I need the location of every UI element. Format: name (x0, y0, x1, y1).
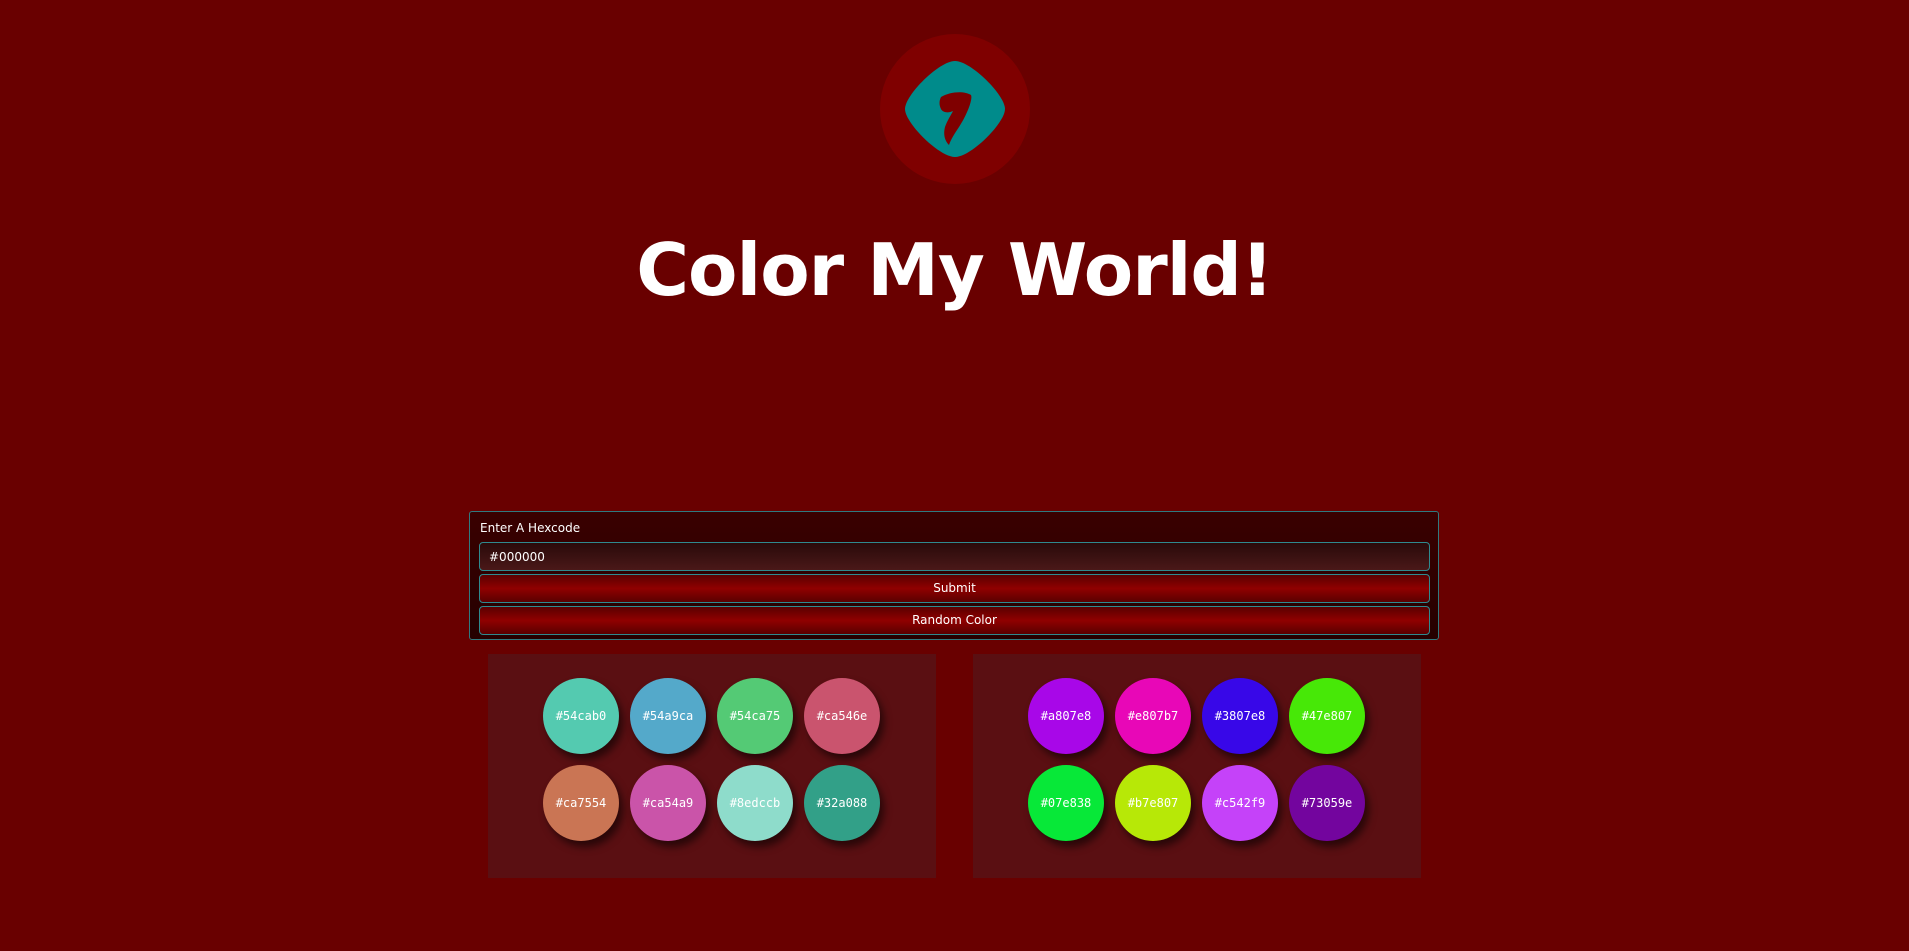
color-swatch[interactable]: #8edccb (717, 765, 793, 841)
submit-button[interactable]: Submit (479, 574, 1430, 603)
hexcode-input[interactable] (479, 542, 1430, 571)
color-swatch[interactable]: #54ca75 (717, 678, 793, 754)
color-swatch[interactable]: #b7e807 (1115, 765, 1191, 841)
page-title: Color My World! (636, 228, 1274, 312)
color-swatch[interactable]: #ca7554 (543, 765, 619, 841)
color-swatch[interactable]: #e807b7 (1115, 678, 1191, 754)
hexcode-form: Enter A Hexcode Submit Random Color (469, 511, 1439, 640)
hexcode-label: Enter A Hexcode (480, 521, 581, 535)
logo-icon (905, 61, 1005, 157)
color-swatch[interactable]: #ca54a9 (630, 765, 706, 841)
color-swatch[interactable]: #47e807 (1289, 678, 1365, 754)
random-color-button[interactable]: Random Color (479, 606, 1430, 635)
color-swatch[interactable]: #54a9ca (630, 678, 706, 754)
color-swatch[interactable]: #c542f9 (1202, 765, 1278, 841)
color-swatch[interactable]: #07e838 (1028, 765, 1104, 841)
palette-right: #a807e8 #e807b7 #3807e8 #47e807 #07e838 … (973, 654, 1421, 878)
color-swatch[interactable]: #32a088 (804, 765, 880, 841)
palette-left: #54cab0 #54a9ca #54ca75 #ca546e #ca7554 … (488, 654, 936, 878)
color-swatch[interactable]: #3807e8 (1202, 678, 1278, 754)
color-swatch[interactable]: #ca546e (804, 678, 880, 754)
color-swatch[interactable]: #a807e8 (1028, 678, 1104, 754)
logo (880, 34, 1030, 184)
color-swatch[interactable]: #54cab0 (543, 678, 619, 754)
color-swatch[interactable]: #73059e (1289, 765, 1365, 841)
